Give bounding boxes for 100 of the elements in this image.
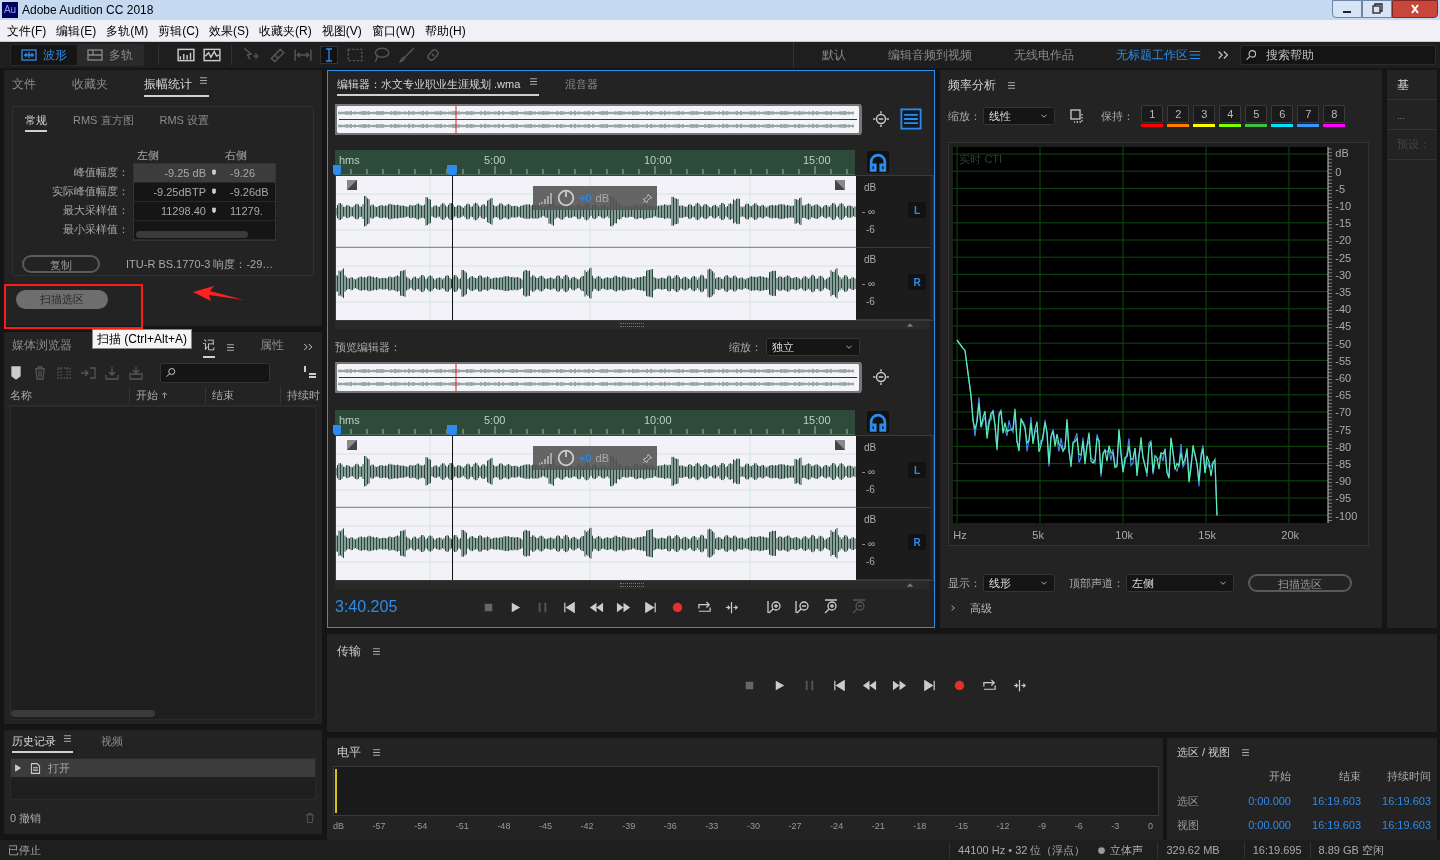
panel-menu-icon[interactable]	[1006, 79, 1018, 91]
menu-item[interactable]: 编辑(E)	[51, 21, 102, 40]
search-input[interactable]: 搜索帮助	[1266, 46, 1416, 64]
panel-tab[interactable]: 记	[203, 336, 215, 358]
menu-item[interactable]: 剪辑(C)	[153, 21, 204, 40]
column-header[interactable]: 名称	[10, 389, 32, 402]
panel-menu-icon[interactable]	[198, 75, 209, 86]
hold-button[interactable]: 7	[1297, 105, 1320, 123]
marker-icon[interactable]	[8, 365, 24, 381]
fade-out-handle[interactable]	[834, 179, 846, 191]
panel-tab[interactable]: 视频	[101, 732, 123, 754]
workspace-tab[interactable]: 编辑音频到视频	[888, 46, 972, 64]
search-field[interactable]	[160, 363, 270, 383]
column-header[interactable]: 持续时	[287, 389, 320, 402]
display-dropdown[interactable]: 线形	[983, 574, 1056, 592]
zoom-out-amplitude-icon[interactable]	[795, 599, 811, 615]
skip-to-start-icon[interactable]	[562, 599, 577, 615]
document-icon[interactable]	[29, 761, 42, 775]
panel-tab[interactable]: 媒体浏览器	[12, 336, 72, 358]
overview-waveform[interactable]	[335, 361, 862, 393]
rewind-icon[interactable]	[862, 678, 877, 693]
pin-icon[interactable]	[642, 192, 653, 204]
panel-tab[interactable]: 历史记录	[12, 732, 73, 754]
scan-selection-button[interactable]: 扫描选区	[1248, 574, 1353, 592]
column-header[interactable]: 结束	[211, 389, 234, 402]
sort-ascending-icon[interactable]	[160, 391, 170, 400]
panel-menu-icon[interactable]	[371, 746, 382, 758]
panel-tab[interactable]: 收藏夹	[72, 75, 108, 97]
hold-button[interactable]: 2	[1167, 105, 1190, 123]
workspace-tab[interactable]: 默认	[822, 46, 846, 64]
stereo-icon[interactable]	[1097, 845, 1107, 855]
panel-tab[interactable]: 编辑器：水文专业职业生涯规划 .wma	[337, 75, 540, 97]
menu-item[interactable]: 效果(S)	[204, 21, 254, 40]
gain-knob[interactable]	[557, 449, 575, 467]
time-value[interactable]: 16:19.603	[1291, 817, 1361, 834]
workspace-tab[interactable]: 无标题工作区	[1116, 46, 1188, 64]
menu-item[interactable]: 帮助(H)	[420, 21, 471, 40]
hold-button[interactable]: 5	[1245, 105, 1268, 123]
view-mode-tab[interactable]: 多轨	[77, 45, 143, 65]
time-value[interactable]: 0:00.000	[1227, 817, 1291, 834]
horizontal-scrollbar[interactable]	[11, 710, 155, 717]
skip-selection-icon[interactable]	[724, 599, 739, 615]
channel-toggle-button[interactable]: R	[908, 274, 926, 290]
menu-icon[interactable]	[1188, 48, 1202, 62]
menu-item[interactable]: 多轨(M)	[101, 21, 154, 40]
zoom-in-time-icon[interactable]	[823, 599, 839, 615]
filter-icon[interactable]	[302, 365, 318, 381]
pitch-display-icon[interactable]	[203, 46, 221, 64]
search-icon[interactable]	[1245, 48, 1258, 62]
menu-item[interactable]: 视图(V)	[316, 21, 367, 40]
skip-to-start-icon[interactable]	[832, 678, 847, 693]
hold-button[interactable]: 6	[1271, 105, 1294, 123]
skip-to-end-icon[interactable]	[643, 599, 658, 615]
menu-item[interactable]: 文件(F)	[2, 21, 52, 40]
minimize-button[interactable]	[1332, 0, 1362, 18]
panel-tab[interactable]: RMS 直方图	[73, 111, 134, 133]
fade-in-handle[interactable]	[346, 439, 358, 451]
panel-tab[interactable]: 文件	[12, 75, 36, 97]
fade-in-handle[interactable]	[346, 179, 358, 191]
advanced-toggle[interactable]: 高级	[948, 600, 1375, 616]
channel-toggle-button[interactable]: L	[908, 462, 926, 478]
time-selection-tool-icon[interactable]	[320, 46, 338, 64]
panel-tab[interactable]: 混音器	[565, 75, 599, 97]
panel-tab[interactable]: 属性	[260, 336, 284, 358]
hold-button[interactable]: 8	[1323, 105, 1346, 123]
level-bars-icon[interactable]	[537, 190, 553, 206]
panel-menu-icon[interactable]	[62, 732, 73, 744]
panel-menu-icon[interactable]	[225, 341, 236, 353]
merge-markers-icon[interactable]	[56, 365, 72, 381]
marker-pin-icon[interactable]	[210, 206, 218, 216]
zoom-navigator-icon[interactable]	[872, 110, 890, 128]
channel-toggle-button[interactable]: R	[908, 534, 926, 550]
more-icon[interactable]	[1216, 48, 1230, 62]
close-button[interactable]	[1392, 0, 1438, 18]
playhead-handle[interactable]	[446, 164, 458, 177]
start-marker-handle[interactable]	[333, 164, 341, 177]
zoom-dropdown[interactable]: 线性	[983, 107, 1056, 125]
zoom-in-amplitude-icon[interactable]	[767, 599, 783, 615]
copy-button[interactable]: 复制	[22, 255, 100, 273]
waveform-view-button[interactable]	[900, 108, 922, 130]
scroll-grip[interactable]	[620, 323, 644, 327]
hold-button[interactable]: 1	[1141, 105, 1164, 123]
zoom-dropdown[interactable]: 独立	[766, 338, 861, 356]
menu-item[interactable]: 窗口(W)	[366, 21, 420, 40]
overview-waveform[interactable]	[335, 103, 862, 135]
marker-pin-icon[interactable]	[210, 168, 218, 178]
record-icon[interactable]	[952, 678, 967, 693]
panel-tab[interactable]: RMS 设置	[159, 111, 209, 133]
workspace-tab[interactable]: 无线电作品	[1014, 46, 1074, 64]
time-value[interactable]: 16:19.603	[1291, 792, 1361, 809]
loop-icon[interactable]	[982, 678, 997, 693]
loop-icon[interactable]	[697, 599, 712, 615]
hold-button[interactable]: 4	[1219, 105, 1242, 123]
gain-knob[interactable]	[557, 189, 575, 207]
time-value[interactable]: 16:19.603	[1361, 792, 1431, 809]
pin-icon[interactable]	[642, 452, 653, 464]
search-field[interactable]: 搜索帮助	[1240, 45, 1436, 65]
column-header[interactable]: 开始	[136, 387, 159, 404]
panel-tab[interactable]: 振幅统计	[144, 75, 209, 97]
panel-menu-icon[interactable]	[1240, 746, 1252, 758]
